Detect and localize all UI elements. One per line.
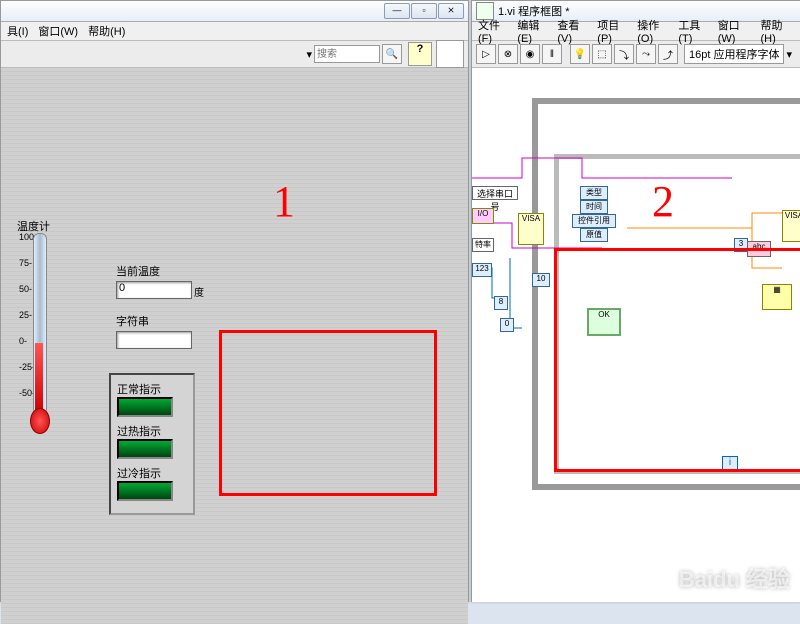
highlight-button[interactable]: 💡	[570, 44, 590, 64]
time-label: 时间	[580, 200, 608, 214]
help-button[interactable]: ?	[408, 42, 432, 66]
toolbar-left: ▾ 🔍 ?	[1, 41, 468, 68]
menu-window[interactable]: 窗口(W)	[38, 23, 78, 39]
normal-led	[117, 397, 173, 417]
menu-right: 文件(F) 编辑(E) 查看(V) 项目(P) 操作(O) 工具(T) 窗口(W…	[472, 22, 800, 41]
pause-button[interactable]: ‖	[542, 44, 562, 64]
dropdown-icon[interactable]: ▾	[306, 48, 312, 61]
visa-serial-node[interactable]: VISA	[518, 213, 544, 245]
const-10[interactable]: 10	[532, 273, 550, 287]
menu-help[interactable]: 帮助(H)	[88, 23, 125, 39]
thermometer[interactable]: 100-75-50-25-0--25--50-	[19, 233, 47, 443]
menu-edit[interactable]: 编辑(E)	[517, 17, 551, 45]
current-temp-group: 当前温度 0 度 字符串	[116, 263, 204, 349]
step-in-button[interactable]: ⤵	[614, 44, 634, 64]
current-temp-label: 当前温度	[116, 263, 204, 279]
temp-unit: 度	[194, 284, 204, 299]
search-group: ▾ 🔍 ?	[306, 40, 464, 68]
port-label: 选择串口号	[472, 186, 518, 200]
menu-operate[interactable]: 操作(O)	[637, 17, 672, 45]
run-cont-button[interactable]: ⊗	[498, 44, 518, 64]
visa-node[interactable]: I/O	[472, 208, 494, 224]
search-icon[interactable]: 🔍	[382, 44, 402, 64]
hot-led	[117, 439, 173, 459]
search-input[interactable]	[314, 45, 380, 63]
titlebar-left: — ▫ ⨯	[1, 1, 468, 22]
font-dropdown-icon[interactable]: ▾	[786, 48, 792, 61]
abort-button[interactable]: ◉	[520, 44, 540, 64]
string-input[interactable]	[116, 331, 192, 349]
front-panel[interactable]: 温度计 100-75-50-25-0--25--50- 当前温度 0 度 字符串…	[1, 68, 468, 624]
watermark-sub: jingyan.baidu.com	[709, 587, 790, 598]
hot-ind-label: 过热指示	[117, 423, 187, 439]
step-out-button[interactable]: ⤴	[658, 44, 678, 64]
indicator-panel: 正常指示 过热指示 过冷指示	[109, 373, 195, 515]
ctrl-label: 控件引用	[572, 214, 616, 228]
block-diagram[interactable]: 选择串口号 类型 时间 控件引用 原值 特率 I/O VISA 123 8 0 …	[472, 68, 800, 602]
red-annotation-box-2	[554, 248, 800, 472]
maximize-button[interactable]: ▫	[411, 3, 437, 19]
menu-left: 具(I) 窗口(W) 帮助(H)	[1, 22, 468, 41]
normal-ind-label: 正常指示	[117, 381, 187, 397]
block-diagram-window: 1.vi 程序框图 * 文件(F) 编辑(E) 查看(V) 项目(P) 操作(O…	[471, 0, 800, 602]
const-8[interactable]: 8	[494, 296, 508, 310]
cold-led	[117, 481, 173, 501]
const-123[interactable]: 123	[472, 263, 492, 277]
baud-label: 特率	[472, 238, 494, 252]
current-temp-input[interactable]: 0	[116, 281, 192, 299]
menu-tools[interactable]: 工具(T)	[678, 17, 711, 45]
retain-button[interactable]: ⬚	[592, 44, 612, 64]
toolbar-right: ▷ ⊗ ◉ ‖ 💡 ⬚ ⤵ ⤳ ⤴ 16pt 应用程序字体 ▾	[472, 41, 800, 68]
front-panel-window: — ▫ ⨯ 具(I) 窗口(W) 帮助(H) ▾ 🔍 ? 温度计 100-75-…	[0, 0, 469, 602]
const-0[interactable]: 0	[500, 318, 514, 332]
red-annotation-box-1	[219, 330, 437, 496]
visa-write-node[interactable]: VISA	[782, 210, 800, 242]
run-button[interactable]: ▷	[476, 44, 496, 64]
menu-file[interactable]: 文件(F)	[478, 17, 511, 45]
menu-view[interactable]: 查看(V)	[557, 17, 591, 45]
type-label: 类型	[580, 186, 608, 200]
close-button[interactable]: ⨯	[438, 3, 464, 19]
menu-window[interactable]: 窗口(W)	[718, 17, 755, 45]
font-selector[interactable]: 16pt 应用程序字体	[684, 44, 784, 64]
menu-help[interactable]: 帮助(H)	[760, 17, 795, 45]
step-over-button[interactable]: ⤳	[636, 44, 656, 64]
cold-ind-label: 过冷指示	[117, 465, 187, 481]
annotation-2: 2	[652, 176, 674, 227]
val-label: 原值	[580, 228, 608, 242]
window-controls: — ▫ ⨯	[384, 3, 464, 19]
string-label: 字符串	[116, 313, 204, 329]
menu-project[interactable]: 项目(P)	[597, 17, 631, 45]
annotation-1: 1	[273, 176, 295, 227]
vi-icon[interactable]	[436, 40, 464, 68]
minimize-button[interactable]: —	[384, 3, 410, 19]
menu-tools[interactable]: 具(I)	[7, 23, 28, 39]
